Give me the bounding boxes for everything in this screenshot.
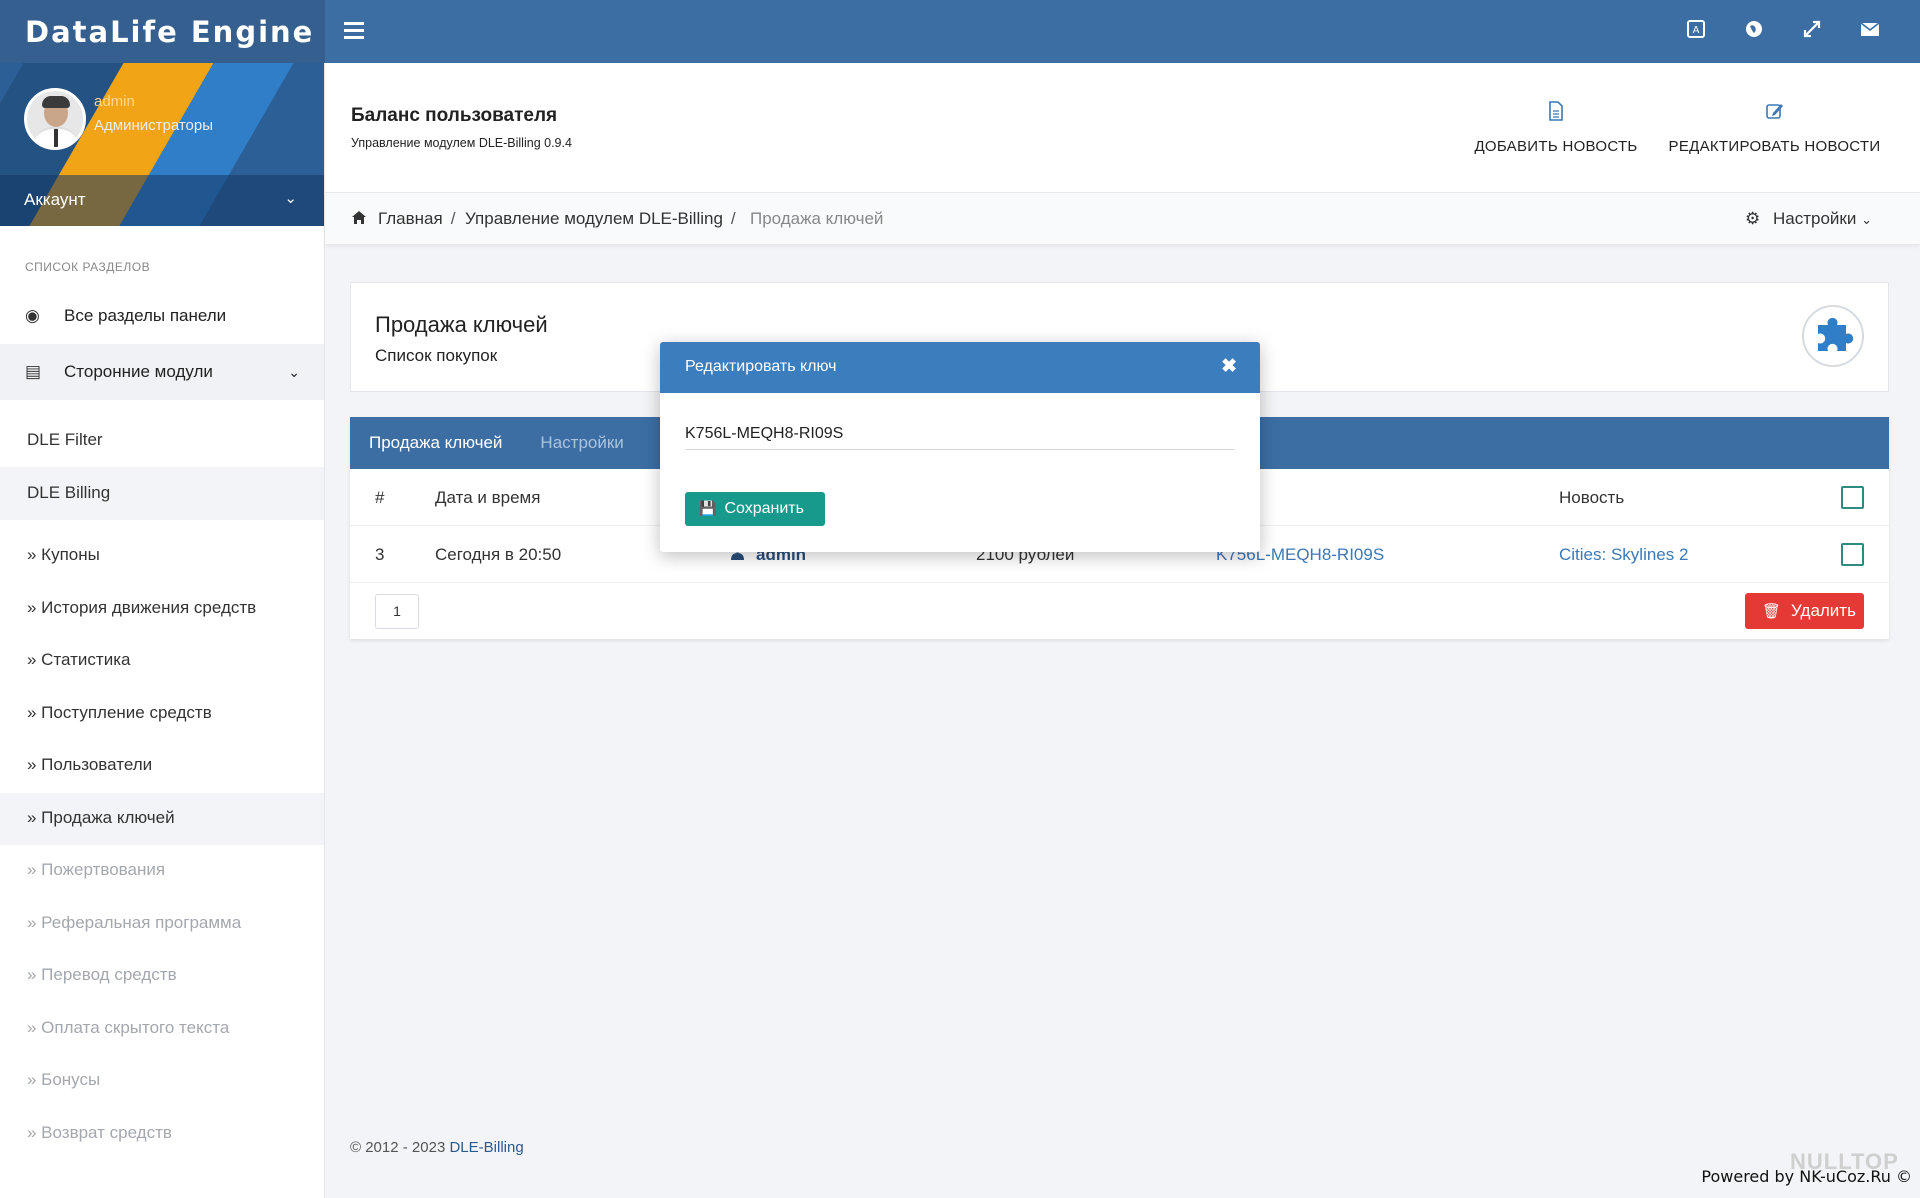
save-button[interactable]: 💾 Сохранить bbox=[685, 492, 825, 526]
sidebar-item-coupons[interactable]: » Купоны bbox=[0, 530, 324, 583]
svg-text:A: A bbox=[1693, 25, 1700, 36]
row-checkbox[interactable] bbox=[1841, 543, 1864, 566]
edit-icon bbox=[1662, 101, 1887, 126]
sidebar-section-title: СПИСОК РАЗДЕЛОВ bbox=[25, 260, 151, 274]
close-icon[interactable]: ✖ bbox=[1221, 355, 1237, 378]
sidebar-item-refund[interactable]: » Возврат средств bbox=[0, 1108, 324, 1161]
sidebar-item-label: Все разделы панели bbox=[64, 306, 227, 325]
chevron-down-icon: ⌄ bbox=[284, 190, 297, 207]
sidebar-item-history[interactable]: » История движения средств bbox=[0, 583, 324, 636]
col-num: # bbox=[375, 488, 385, 507]
breadcrumb-current: Продажа ключей bbox=[750, 209, 884, 228]
globe-icon: ◉ bbox=[25, 306, 40, 325]
breadcrumb-billing[interactable]: Управление модулем DLE-Billing / bbox=[465, 209, 736, 229]
profile-username[interactable]: admin bbox=[94, 93, 135, 110]
top-icons: A bbox=[1684, 18, 1882, 42]
page-title: Баланс пользователя bbox=[351, 105, 558, 126]
sidebar-item-key-sales[interactable]: » Продажа ключей bbox=[0, 792, 324, 845]
modules-list: DLE Filter DLE Billing bbox=[0, 400, 324, 520]
table-footer: 1 🗑 Удалить bbox=[350, 583, 1889, 639]
account-label: Аккаунт bbox=[24, 190, 86, 209]
delete-button[interactable]: 🗑 Удалить bbox=[1745, 593, 1864, 629]
tab-key-sales[interactable]: Продажа ключей bbox=[369, 417, 520, 469]
profile-card: admin Администраторы Аккаунт ⌄ bbox=[0, 63, 324, 226]
edit-news-button[interactable]: РЕДАКТИРОВАТЬ НОВОСТИ bbox=[1662, 101, 1887, 155]
page-subtitle: Управление модулем DLE-Billing 0.9.4 bbox=[351, 136, 572, 150]
mail-icon[interactable] bbox=[1858, 18, 1882, 42]
footer: © 2012 - 2023 DLE-Billing bbox=[350, 1139, 524, 1156]
chevron-down-icon: ⌄ bbox=[1861, 212, 1872, 227]
sidebar-item-dle-billing[interactable]: DLE Billing bbox=[0, 467, 324, 520]
trash-icon: 🗑 bbox=[1762, 603, 1782, 620]
breadcrumb: Главная / Управление модулем DLE-Billing /… bbox=[325, 193, 1920, 245]
powered-by: Powered by NK-uCoz.Ru © bbox=[1701, 1167, 1912, 1186]
gear-icon: ⚙ bbox=[1745, 209, 1761, 228]
sidebar-item-all-sections[interactable]: ◉ Все разделы панели bbox=[0, 288, 324, 344]
sidebar-item-transfer[interactable]: » Перевод средств bbox=[0, 950, 324, 1003]
sidebar-item-hidden-text[interactable]: » Оплата скрытого текста bbox=[0, 1003, 324, 1056]
edit-key-modal: Редактировать ключ ✖ 💾Сохранить bbox=[660, 342, 1260, 552]
section-title: Продажа ключей bbox=[375, 312, 548, 337]
select-all-checkbox[interactable] bbox=[1841, 486, 1864, 509]
sidebar-item-label: Сторонние модули bbox=[64, 362, 213, 381]
brand-logo[interactable]: DataLife Engine bbox=[0, 0, 325, 63]
sidebar-item-bonuses[interactable]: » Бонусы bbox=[0, 1055, 324, 1108]
row-date: Сегодня в 20:50 bbox=[435, 545, 562, 564]
page-button[interactable]: 1 bbox=[375, 594, 419, 629]
language-icon[interactable]: A bbox=[1684, 18, 1708, 42]
sidebar-item-statistics[interactable]: » Статистика bbox=[0, 635, 324, 688]
row-news[interactable]: Cities: Skylines 2 bbox=[1559, 545, 1688, 565]
sidebar-item-users[interactable]: » Пользователи bbox=[0, 740, 324, 793]
globe-icon[interactable] bbox=[1742, 18, 1766, 42]
sidebar-item-income[interactable]: » Поступление средств bbox=[0, 688, 324, 741]
home-icon[interactable] bbox=[351, 210, 367, 230]
save-icon: 💾 bbox=[699, 500, 717, 516]
puzzle-icon bbox=[1802, 305, 1864, 367]
settings-dropdown[interactable]: ⚙ Настройки ⌄ bbox=[1745, 209, 1872, 229]
fullscreen-icon[interactable] bbox=[1800, 18, 1824, 42]
menu-toggle-icon[interactable] bbox=[344, 22, 364, 40]
footer-link[interactable]: DLE-Billing bbox=[449, 1139, 523, 1156]
page-header: Баланс пользователя Управление модулем D… bbox=[325, 63, 1920, 193]
sidebar-item-donations[interactable]: » Пожертвования bbox=[0, 845, 324, 898]
copyright: © 2012 - 2023 bbox=[350, 1139, 446, 1156]
breadcrumb-home[interactable]: Главная / bbox=[378, 209, 455, 229]
sidebar-item-third-party-modules[interactable]: ▤ Сторонние модули ⌄ bbox=[0, 344, 324, 400]
modal-header: Редактировать ключ ✖ bbox=[660, 342, 1260, 393]
sidebar: admin Администраторы Аккаунт ⌄ СПИСОК РА… bbox=[0, 63, 325, 1198]
edit-news-label: РЕДАКТИРОВАТЬ НОВОСТИ bbox=[1668, 138, 1881, 155]
tab-settings[interactable]: Настройки bbox=[540, 417, 641, 469]
modal-title: Редактировать ключ bbox=[685, 358, 837, 375]
add-news-label: ДОБАВИТЬ НОВОСТЬ bbox=[1474, 138, 1638, 155]
key-input[interactable] bbox=[685, 418, 1235, 450]
top-bar: DataLife Engine A bbox=[0, 0, 1920, 63]
settings-label: Настройки bbox=[1773, 209, 1857, 228]
file-icon bbox=[1471, 101, 1641, 126]
chevron-down-icon: ⌄ bbox=[288, 363, 300, 380]
profile-role: Администраторы bbox=[94, 117, 214, 134]
section-subtitle: Список покупок bbox=[375, 346, 498, 365]
col-news: Новость bbox=[1559, 488, 1625, 507]
sidebar-item-dle-filter[interactable]: DLE Filter bbox=[0, 414, 324, 467]
account-dropdown[interactable]: Аккаунт ⌄ bbox=[0, 175, 324, 226]
avatar[interactable] bbox=[24, 88, 86, 150]
add-news-button[interactable]: ДОБАВИТЬ НОВОСТЬ bbox=[1471, 101, 1641, 155]
col-date: Дата и время bbox=[435, 488, 541, 507]
list-icon: ▤ bbox=[25, 362, 42, 381]
row-num: 3 bbox=[375, 545, 385, 564]
sidebar-item-referral[interactable]: » Реферальная программа bbox=[0, 898, 324, 951]
